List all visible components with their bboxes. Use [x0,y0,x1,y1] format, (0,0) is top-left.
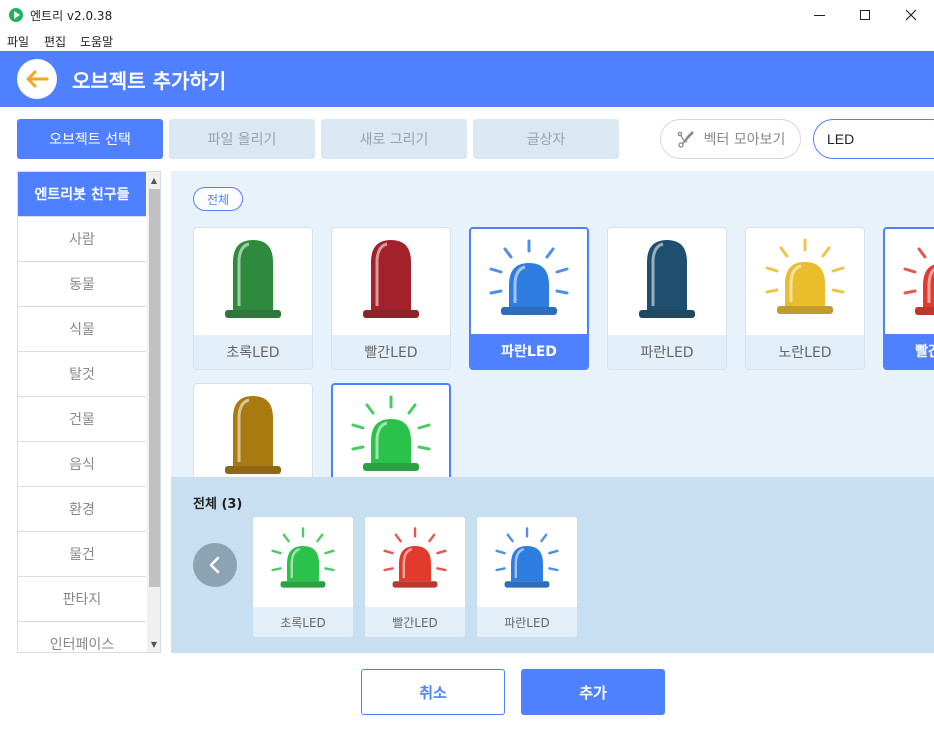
led-thumbnail [477,517,577,607]
object-grid-panel: 전체 초록LED 빨간LED 파란LED 파란LED 노란LED 빨 전체 (3… [171,171,934,653]
object-card[interactable]: 파란LED [469,227,589,370]
filter-chip-all[interactable]: 전체 [193,187,243,211]
cancel-button[interactable]: 취소 [361,669,505,715]
sidebar-item-food[interactable]: 음식 [18,442,146,487]
sidebar-item-interface[interactable]: 인터페이스 [18,622,146,652]
tab-upload-file[interactable]: 파일 올리기 [169,119,315,159]
object-card-label: 노란LED [746,335,864,369]
vector-pen-icon [677,131,694,148]
menu-edit[interactable]: 편집 [44,33,66,50]
led-thumbnail [194,228,312,336]
close-icon [905,9,917,21]
tab-textbox[interactable]: 글상자 [473,119,619,159]
minimize-button[interactable] [796,0,842,30]
arrow-left-icon [26,70,49,88]
chevron-left-icon [209,556,220,574]
led-thumbnail [746,228,864,336]
object-card-label: 빨간LED [332,335,450,369]
led-thumbnail [471,229,587,337]
vector-collection-button[interactable]: 벡터 모아보기 [660,119,801,159]
object-card-label: 파란LED [608,335,726,369]
object-card-label: 파란LED [471,334,587,368]
selected-objects-tray: 전체 (3) 초록LED 빨간LED 파란LED [171,477,934,653]
led-thumbnail [194,384,312,492]
dialog-header: 오브젝트 추가하기 [0,51,934,107]
object-card[interactable]: 초록LED [193,227,313,370]
led-thumbnail [365,517,465,607]
tab-new-drawing[interactable]: 새로 그리기 [321,119,467,159]
sidebar-item-buildings[interactable]: 건물 [18,397,146,442]
sidebar-scrollbar[interactable]: ▲ ▼ [147,172,160,652]
tray-prev-button[interactable] [193,543,237,587]
back-button[interactable] [17,59,57,99]
vector-button-label: 벡터 모아보기 [703,132,786,148]
sidebar-item-animals[interactable]: 동물 [18,262,146,307]
sidebar-item-plants[interactable]: 식물 [18,307,146,352]
add-button[interactable]: 추가 [521,669,665,715]
entry-app-icon [9,8,23,22]
menu-help[interactable]: 도움말 [80,33,113,50]
category-sidebar: 엔트리봇 친구들 사람 동물 식물 탈것 건물 음식 환경 물건 판타지 인터페… [17,171,161,653]
sidebar-item-fantasy[interactable]: 판타지 [18,577,146,622]
scroll-up-icon[interactable]: ▲ [147,172,160,188]
minimize-icon [813,14,825,16]
tray-item[interactable]: 파란LED [477,517,577,637]
sidebar-item-people[interactable]: 사람 [18,217,146,262]
maximize-icon [860,10,870,20]
menu-file[interactable]: 파일 [7,33,29,50]
tray-item-label: 파란LED [477,607,577,637]
menu-bar: 파일 편집 도움말 [0,30,934,51]
tray-title: 전체 (3) [193,497,243,512]
sidebar-item-environment[interactable]: 환경 [18,487,146,532]
dialog-title: 오브젝트 추가하기 [72,69,227,93]
close-button[interactable] [888,0,934,30]
object-card[interactable]: 빨간LED [883,227,934,370]
search-input[interactable] [813,119,934,159]
object-card-label: 초록LED [194,335,312,369]
object-card[interactable]: 빨간LED [331,227,451,370]
scrollbar-thumb[interactable] [149,189,160,587]
sidebar-item-things[interactable]: 물건 [18,532,146,577]
tray-item[interactable]: 초록LED [253,517,353,637]
window-titlebar: 엔트리 v2.0.38 [0,0,934,30]
tab-select-object[interactable]: 오브젝트 선택 [17,119,163,159]
object-card[interactable]: 파란LED [607,227,727,370]
window-title: 엔트리 v2.0.38 [30,9,113,23]
led-thumbnail [885,229,934,337]
led-thumbnail [608,228,726,336]
scroll-down-icon[interactable]: ▼ [147,636,160,652]
sidebar-item-vehicles[interactable]: 탈것 [18,352,146,397]
led-thumbnail [253,517,353,607]
tray-item[interactable]: 빨간LED [365,517,465,637]
tray-item-label: 빨간LED [365,607,465,637]
tray-item-label: 초록LED [253,607,353,637]
object-card[interactable]: 노란LED [745,227,865,370]
sidebar-item-entrybot-friends[interactable]: 엔트리봇 친구들 [18,172,146,217]
led-thumbnail [332,228,450,336]
object-card-label: 빨간LED [885,334,934,368]
maximize-button[interactable] [842,0,888,30]
